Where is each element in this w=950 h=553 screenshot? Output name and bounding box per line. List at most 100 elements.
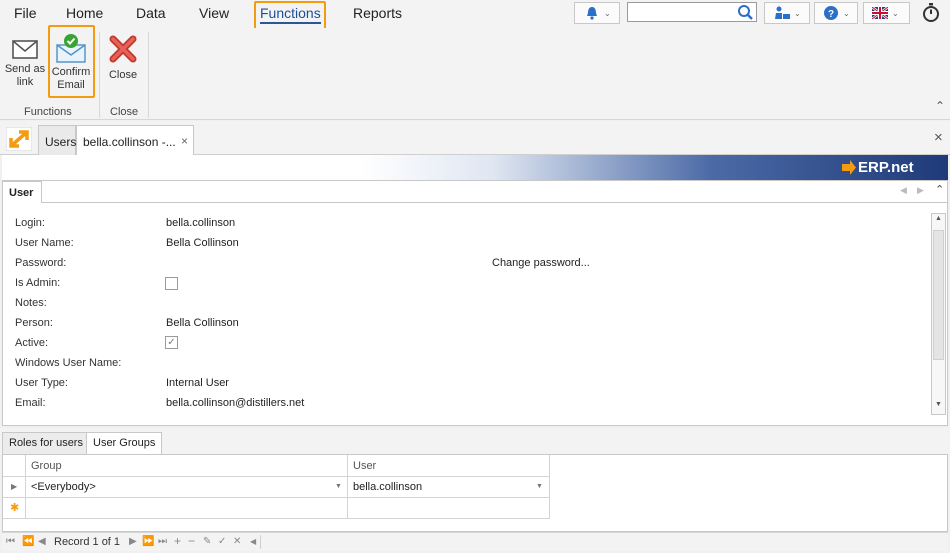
envelope-icon xyxy=(12,40,38,59)
active-menu-underline xyxy=(260,22,321,24)
tab-current-user-label: bella.collinson -... xyxy=(83,135,176,149)
active-label: Active: xyxy=(15,337,49,349)
menu-reports[interactable]: Reports xyxy=(353,5,402,21)
edit-record-icon[interactable]: ✎ xyxy=(203,536,211,547)
grid-indicator-line xyxy=(25,455,26,519)
grid-row-line xyxy=(3,518,549,519)
menu-functions[interactable]: Functions xyxy=(260,5,321,24)
add-record-icon[interactable]: + xyxy=(174,534,181,548)
tab-user-groups[interactable]: User Groups xyxy=(86,432,163,454)
close-button[interactable]: Close xyxy=(103,33,143,82)
confirm-email-label-2: Email xyxy=(57,79,85,91)
help-button[interactable]: ? ⌄ xyxy=(814,2,858,24)
svg-text:?: ? xyxy=(828,9,834,20)
dropdown-arrow-icon[interactable]: ▼ xyxy=(536,483,543,490)
group-separator xyxy=(99,32,100,118)
person-label: Person: xyxy=(15,317,53,329)
dropdown-arrow-icon[interactable]: ▼ xyxy=(335,483,342,490)
prev-record-icon[interactable]: ◀ xyxy=(38,536,46,547)
chevron-down-icon: ⌄ xyxy=(843,8,850,18)
tab-current-user[interactable]: bella.collinson -... × xyxy=(76,125,194,155)
send-as-link-button[interactable]: Send as link xyxy=(4,38,46,89)
brand-banner: ERP.net xyxy=(2,155,948,180)
user-menu-button[interactable]: ⌄ xyxy=(764,2,810,24)
language-button[interactable]: ⌄ xyxy=(863,2,910,24)
menu-data[interactable]: Data xyxy=(136,5,166,21)
chevron-down-icon: ⌄ xyxy=(794,8,801,18)
uk-flag-icon xyxy=(872,7,888,19)
next-page-icon[interactable]: ⏩ xyxy=(142,536,154,547)
grid-header-line xyxy=(3,476,549,477)
scroll-thumb[interactable] xyxy=(933,230,944,360)
chevron-down-icon: ⌄ xyxy=(604,8,611,18)
user-type-value[interactable]: Internal User xyxy=(166,377,229,389)
erp-logo-text: ERP.net xyxy=(858,159,914,176)
prev-arrow-icon[interactable]: ◀ xyxy=(900,185,907,196)
menu-home[interactable]: Home xyxy=(66,5,103,21)
document-tab-strip: Users bella.collinson -... × × xyxy=(0,121,950,155)
prev-page-icon[interactable]: ⏪ xyxy=(22,536,34,547)
help-icon: ? xyxy=(824,6,838,20)
chevron-down-icon: ⌄ xyxy=(892,8,899,18)
navigator-separator xyxy=(260,535,261,549)
expand-arrows-icon[interactable] xyxy=(6,127,32,151)
tab-users[interactable]: Users xyxy=(38,125,76,155)
first-record-icon[interactable]: ⏮ xyxy=(6,536,15,547)
change-password-link[interactable]: Change password... xyxy=(492,257,590,269)
last-record-icon[interactable]: ⏭ xyxy=(158,536,167,547)
close-tab-icon[interactable]: × xyxy=(181,134,188,148)
row-group-value[interactable]: <Everybody> xyxy=(31,481,96,493)
column-header-user[interactable]: User xyxy=(353,460,376,472)
email-label: Email: xyxy=(15,397,46,409)
confirm-email-label-1: Confirm xyxy=(51,66,91,78)
menu-functions-label: Functions xyxy=(260,5,321,21)
person-value[interactable]: Bella Collinson xyxy=(166,317,239,329)
collapse-panel-icon[interactable]: ⌃ xyxy=(935,183,944,196)
delete-record-icon[interactable]: − xyxy=(188,534,195,548)
stopwatch-icon[interactable] xyxy=(922,3,940,23)
menu-file[interactable]: File xyxy=(14,5,37,21)
row-indicator-icon: ▶ xyxy=(11,482,18,491)
group-separator xyxy=(148,32,149,118)
record-counter: Record 1 of 1 xyxy=(54,536,121,548)
active-checkbox[interactable]: ✓ xyxy=(165,336,178,349)
next-arrow-icon[interactable]: ▶ xyxy=(917,185,924,196)
bell-icon xyxy=(587,7,597,20)
send-as-link-label-1: Send as xyxy=(4,63,46,75)
next-record-icon[interactable]: ▶ xyxy=(129,536,137,547)
row-user-value[interactable]: bella.collinson xyxy=(353,481,422,493)
is-admin-checkbox[interactable] xyxy=(165,277,178,290)
windows-user-name-label: Windows User Name: xyxy=(15,357,122,369)
cancel-edit-icon[interactable]: ✕ xyxy=(233,536,241,547)
user-name-label: User Name: xyxy=(15,237,74,249)
close-x-icon xyxy=(109,35,137,63)
scroll-down-icon[interactable]: ▼ xyxy=(935,401,942,408)
collapse-ribbon-icon[interactable]: ⌃ xyxy=(935,99,945,113)
scroll-left-icon[interactable]: ◀ xyxy=(250,537,256,546)
column-header-group[interactable]: Group xyxy=(31,460,62,472)
user-name-value[interactable]: Bella Collinson xyxy=(166,237,239,249)
login-label: Login: xyxy=(15,217,45,229)
email-value[interactable]: bella.collinson@distillers.net xyxy=(166,397,304,409)
close-all-icon[interactable]: × xyxy=(934,129,943,146)
scroll-up-icon[interactable]: ▲ xyxy=(935,215,942,222)
panel-scrollbar[interactable]: ▲ ▼ xyxy=(931,213,946,415)
tab-roles-for-users[interactable]: Roles for users xyxy=(2,432,90,454)
menu-view[interactable]: View xyxy=(199,5,229,21)
search-field[interactable] xyxy=(630,4,738,20)
panel-tab-divider xyxy=(2,202,948,203)
login-value[interactable]: bella.collinson xyxy=(166,217,235,229)
search-icon[interactable] xyxy=(737,4,754,21)
group-label-functions: Functions xyxy=(24,106,72,118)
grid-column-line xyxy=(347,455,348,519)
tab-user[interactable]: User xyxy=(2,181,42,203)
user-groups-grid: Group User ▶ <Everybody> ▼ bella.collins… xyxy=(2,454,948,532)
save-record-icon[interactable]: ✓ xyxy=(218,536,226,547)
record-navigator: ⏮ ⏪ ◀ Record 1 of 1 ▶ ⏩ ⏭ + − ✎ ✓ ✕ ◀ xyxy=(2,532,948,551)
confirm-email-button[interactable]: Confirm Email xyxy=(49,32,93,92)
group-label-close: Close xyxy=(110,106,139,118)
bottom-tab-strip: Roles for users User Groups xyxy=(0,428,950,454)
close-label: Close xyxy=(108,69,138,81)
notifications-button[interactable]: ⌄ xyxy=(574,2,620,24)
grid-column-line xyxy=(549,455,550,519)
